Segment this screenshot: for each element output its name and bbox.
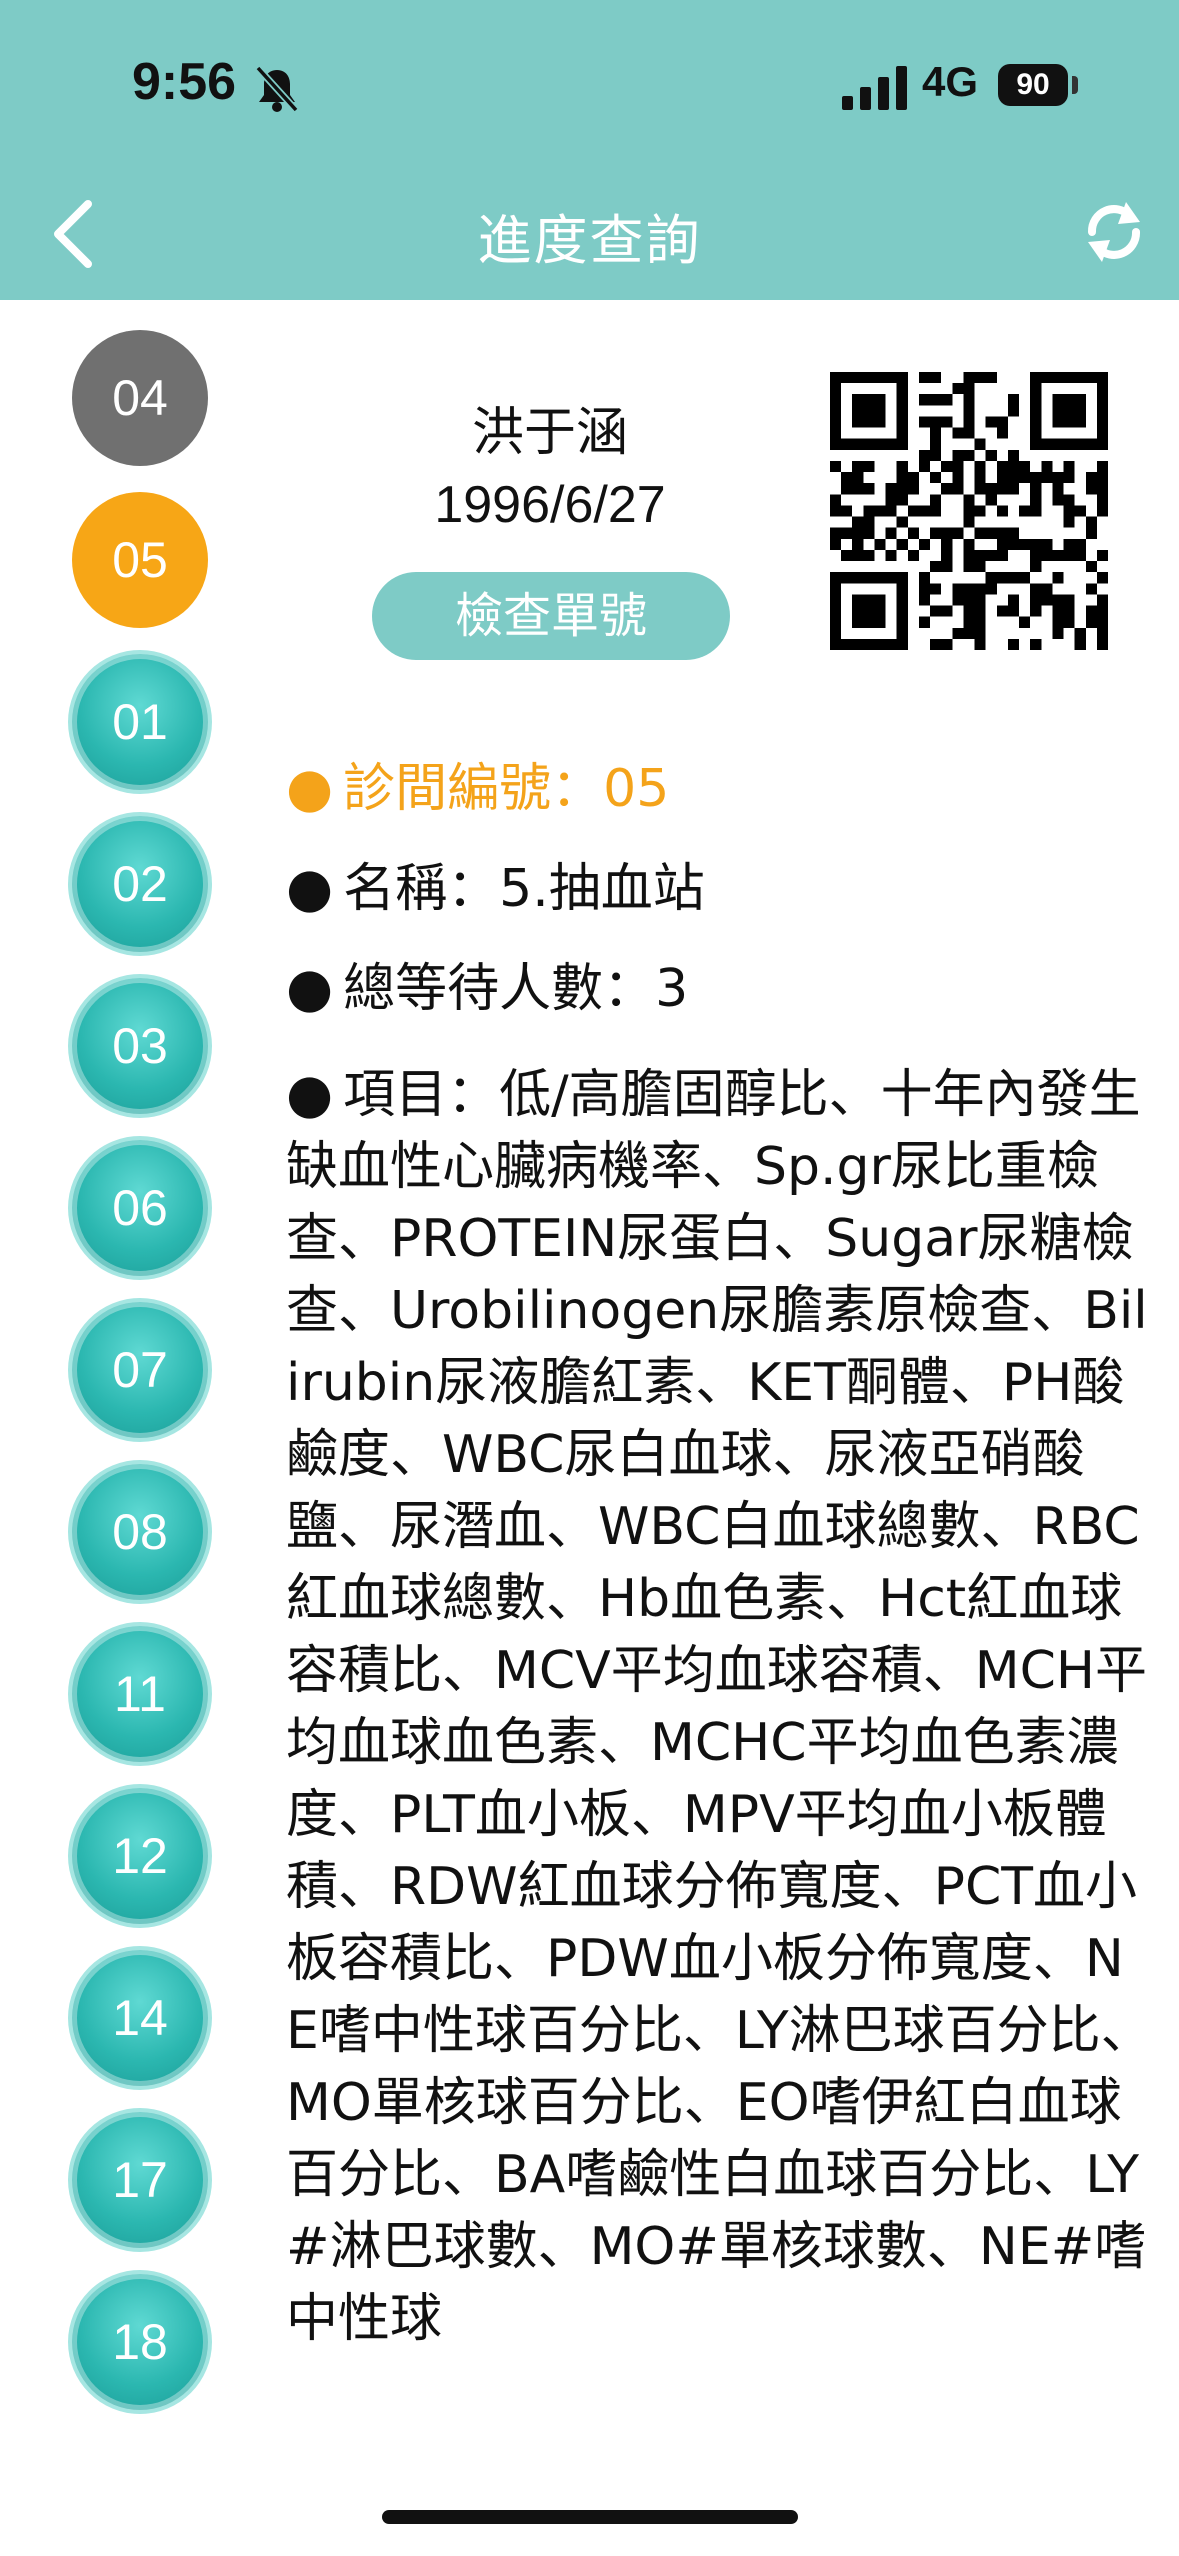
clinic-number: ● 診間編號：05	[286, 756, 670, 819]
status-time: 9:56	[132, 53, 237, 111]
clinic-tab-14[interactable]: 14	[72, 1950, 208, 2086]
qr-code-icon[interactable]	[830, 372, 1108, 650]
clinic-tab-06[interactable]: 06	[72, 1140, 208, 1276]
exam-items: ● 項目：低/高膽固醇比、十年內發生缺血性心臟病機率、Sp.gr尿比重檢查、PRO…	[286, 1062, 1153, 2349]
main-content: 04 05 01 02 03 06 07 08 11 12 14 17 18 洪于涵 1996/6/27…	[0, 300, 1179, 2450]
network-type: 4G	[922, 58, 979, 105]
clinic-tab-01[interactable]: 01	[72, 654, 208, 790]
battery-cap	[1072, 76, 1078, 94]
app-header: 9:56 4G 90 進度查詢	[0, 0, 1179, 300]
clinic-tab-07[interactable]: 07	[72, 1302, 208, 1438]
exam-number-button[interactable]: 檢查單號	[372, 572, 730, 660]
station-name: ● 名稱：5.抽血站	[286, 856, 705, 919]
home-indicator[interactable]	[382, 2510, 798, 2524]
clinic-tab-08[interactable]: 08	[72, 1464, 208, 1600]
clinic-tab-11[interactable]: 11	[72, 1626, 208, 1762]
patient-name: 洪于涵	[471, 403, 628, 463]
page-title: 進度查詢	[477, 209, 702, 272]
bullet-icon: ●	[286, 756, 334, 819]
clinic-tab-18[interactable]: 18	[72, 2274, 208, 2410]
battery-icon: 90	[998, 64, 1068, 106]
clinic-tab-04[interactable]: 04	[72, 330, 208, 466]
clinic-tab-05[interactable]: 05	[72, 492, 208, 628]
clinic-tab-12[interactable]: 12	[72, 1788, 208, 1924]
signal-icon	[842, 66, 907, 110]
bell-slash-icon	[255, 65, 299, 113]
status-bar: 9:56 4G 90	[0, 0, 1179, 175]
clinic-tab-02[interactable]: 02	[72, 816, 208, 952]
bullet-icon: ●	[286, 1062, 334, 1125]
clinic-tab-03[interactable]: 03	[72, 978, 208, 1114]
bullet-icon: ●	[286, 956, 334, 1019]
patient-dob: 1996/6/27	[434, 476, 666, 534]
clinic-tab-17[interactable]: 17	[72, 2112, 208, 2248]
waiting-count: ● 總等待人數：3	[286, 956, 689, 1019]
bullet-icon: ●	[286, 856, 334, 919]
refresh-icon[interactable]	[1078, 196, 1150, 268]
